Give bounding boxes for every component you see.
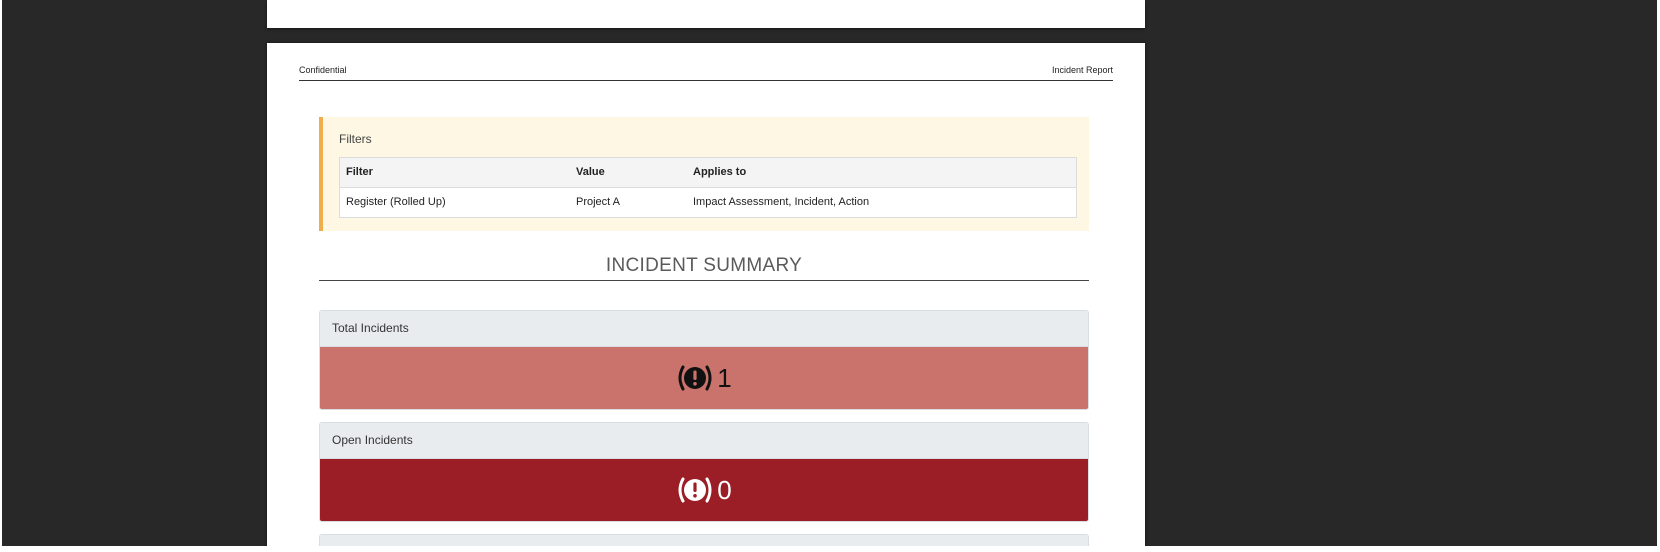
next-card-header — [320, 535, 1088, 546]
open-incidents-label: Open Incidents — [320, 423, 1088, 459]
alert-icon — [678, 365, 712, 391]
filter-value-cell: Project A — [576, 196, 621, 208]
filters-panel: Filters Filter Value Applies to Register… — [319, 117, 1089, 231]
incident-summary-heading: INCIDENT SUMMARY — [319, 255, 1089, 281]
filters-table: Filter Value Applies to Register (Rolled… — [339, 157, 1077, 218]
table-row: Register (Rolled Up) Project A Impact As… — [340, 188, 1076, 217]
total-incidents-label: Total Incidents — [320, 311, 1088, 347]
alert-icon — [678, 477, 712, 503]
filter-name-cell: Register (Rolled Up) — [346, 196, 446, 208]
total-incidents-body: 1 — [320, 347, 1088, 409]
filters-table-header: Filter Value Applies to — [340, 158, 1076, 188]
total-incidents-card: Total Incidents 1 — [319, 310, 1089, 410]
next-card-partial — [319, 534, 1089, 546]
confidential-label: Confidential — [299, 65, 347, 75]
previous-page — [267, 0, 1145, 28]
open-incidents-card: Open Incidents 0 — [319, 422, 1089, 522]
report-page: Confidential Incident Report Filters Fil… — [267, 43, 1145, 546]
pdf-viewer[interactable]: Confidential Incident Report Filters Fil… — [2, 0, 1657, 546]
column-header-value: Value — [576, 166, 605, 178]
filter-applies-to-cell: Impact Assessment, Incident, Action — [693, 196, 870, 208]
report-type-label: Incident Report — [1051, 65, 1113, 75]
column-header-applies-to: Applies to — [693, 166, 747, 178]
total-incidents-value: 1 — [717, 363, 732, 393]
open-incidents-body: 0 — [320, 459, 1088, 521]
column-header-filter: Filter — [346, 166, 373, 178]
filters-title: Filters — [339, 132, 372, 146]
open-incidents-value: 0 — [717, 475, 732, 505]
running-header: Confidential Incident Report — [299, 65, 1113, 81]
